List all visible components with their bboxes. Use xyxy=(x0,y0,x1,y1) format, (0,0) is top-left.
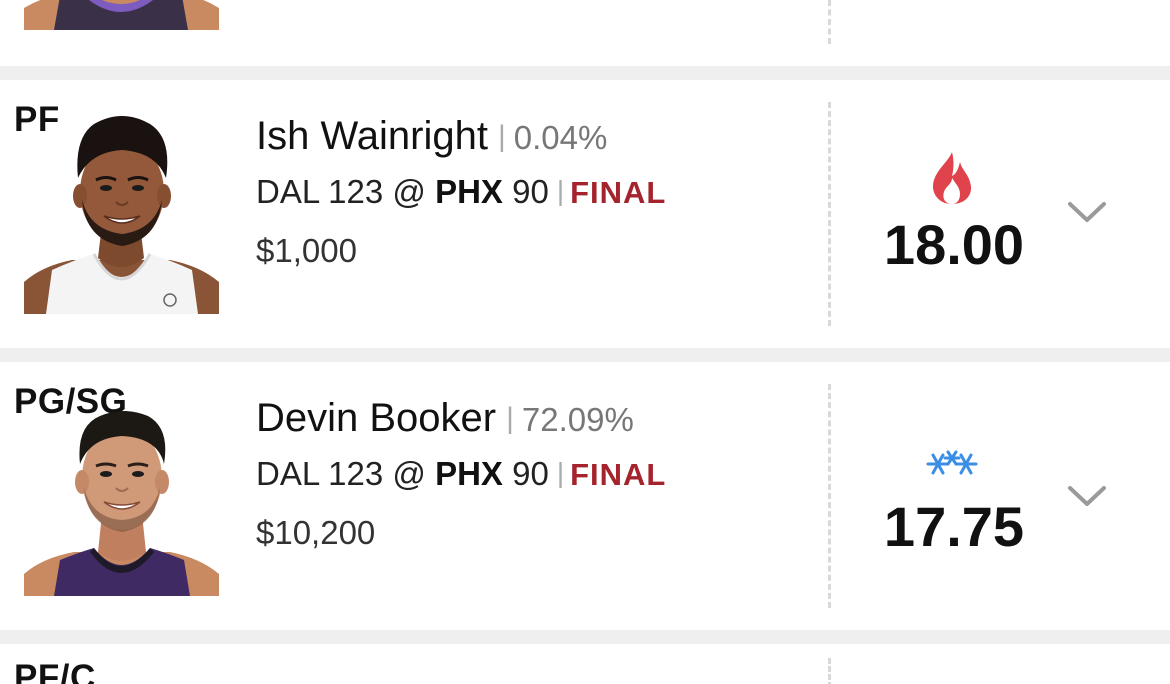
player-row[interactable]: PF Ish Wainright | 0.04% DAL 123 @ PHX 9… xyxy=(0,80,1170,348)
game-status: FINAL xyxy=(570,457,667,492)
column-divider xyxy=(828,102,831,326)
player-row[interactable]: PG/SG Devin Booker | 72.09% DAL 123 @ PH… xyxy=(0,362,1170,630)
player-info: Ish Wainright | 0.04% DAL 123 @ PHX 90 | FIN… xyxy=(256,110,666,282)
player-salary: $1,000 xyxy=(256,232,357,269)
player-info: Devin Booker | 72.09% DAL 123 @ PHX 90 | FIN… xyxy=(256,392,666,564)
player-row-previous[interactable] xyxy=(0,0,1170,66)
player-salary: $10,200 xyxy=(256,514,376,551)
player-row-next[interactable]: PF/C xyxy=(0,644,1170,684)
away-team: DAL xyxy=(256,173,319,210)
game-line: DAL 123 @ PHX 90 | FINAL xyxy=(256,162,666,222)
separator: | xyxy=(506,402,514,435)
away-score: 123 xyxy=(328,455,384,492)
separator: | xyxy=(556,457,565,488)
player-name[interactable]: Ish Wainright xyxy=(256,114,488,158)
column-divider xyxy=(828,384,831,608)
player-name-line: Ish Wainright | 0.04% xyxy=(256,110,666,162)
at-symbol: @ xyxy=(392,173,426,210)
fire-icon xyxy=(912,148,992,208)
separator: | xyxy=(556,175,565,206)
player-name[interactable]: Devin Booker xyxy=(256,396,496,440)
game-status: FINAL xyxy=(570,175,667,210)
home-team: PHX xyxy=(435,173,503,210)
ownership-percent: 72.09% xyxy=(521,401,634,438)
player-headshot xyxy=(24,386,219,596)
game-line: DAL 123 @ PHX 90 | FINAL xyxy=(256,444,666,504)
ownership-percent: 0.04% xyxy=(513,119,608,156)
at-symbol: @ xyxy=(392,455,426,492)
away-score: 123 xyxy=(328,173,384,210)
column-divider xyxy=(828,0,831,44)
separator: | xyxy=(497,120,506,153)
column-divider xyxy=(828,658,831,684)
away-team: DAL xyxy=(256,455,319,492)
chevron-down-icon[interactable] xyxy=(1062,198,1112,228)
fantasy-points: 17.75 xyxy=(883,495,1025,558)
home-score: 90 xyxy=(512,173,549,210)
home-score: 90 xyxy=(512,455,549,492)
chevron-down-icon[interactable] xyxy=(1062,482,1112,512)
roster-position: PF/C xyxy=(14,658,96,684)
player-headshot xyxy=(24,0,219,30)
player-name-line: Devin Booker | 72.09% xyxy=(256,392,666,444)
home-team: PHX xyxy=(435,455,503,492)
player-headshot xyxy=(24,104,219,314)
fantasy-points: 18.00 xyxy=(883,213,1025,276)
